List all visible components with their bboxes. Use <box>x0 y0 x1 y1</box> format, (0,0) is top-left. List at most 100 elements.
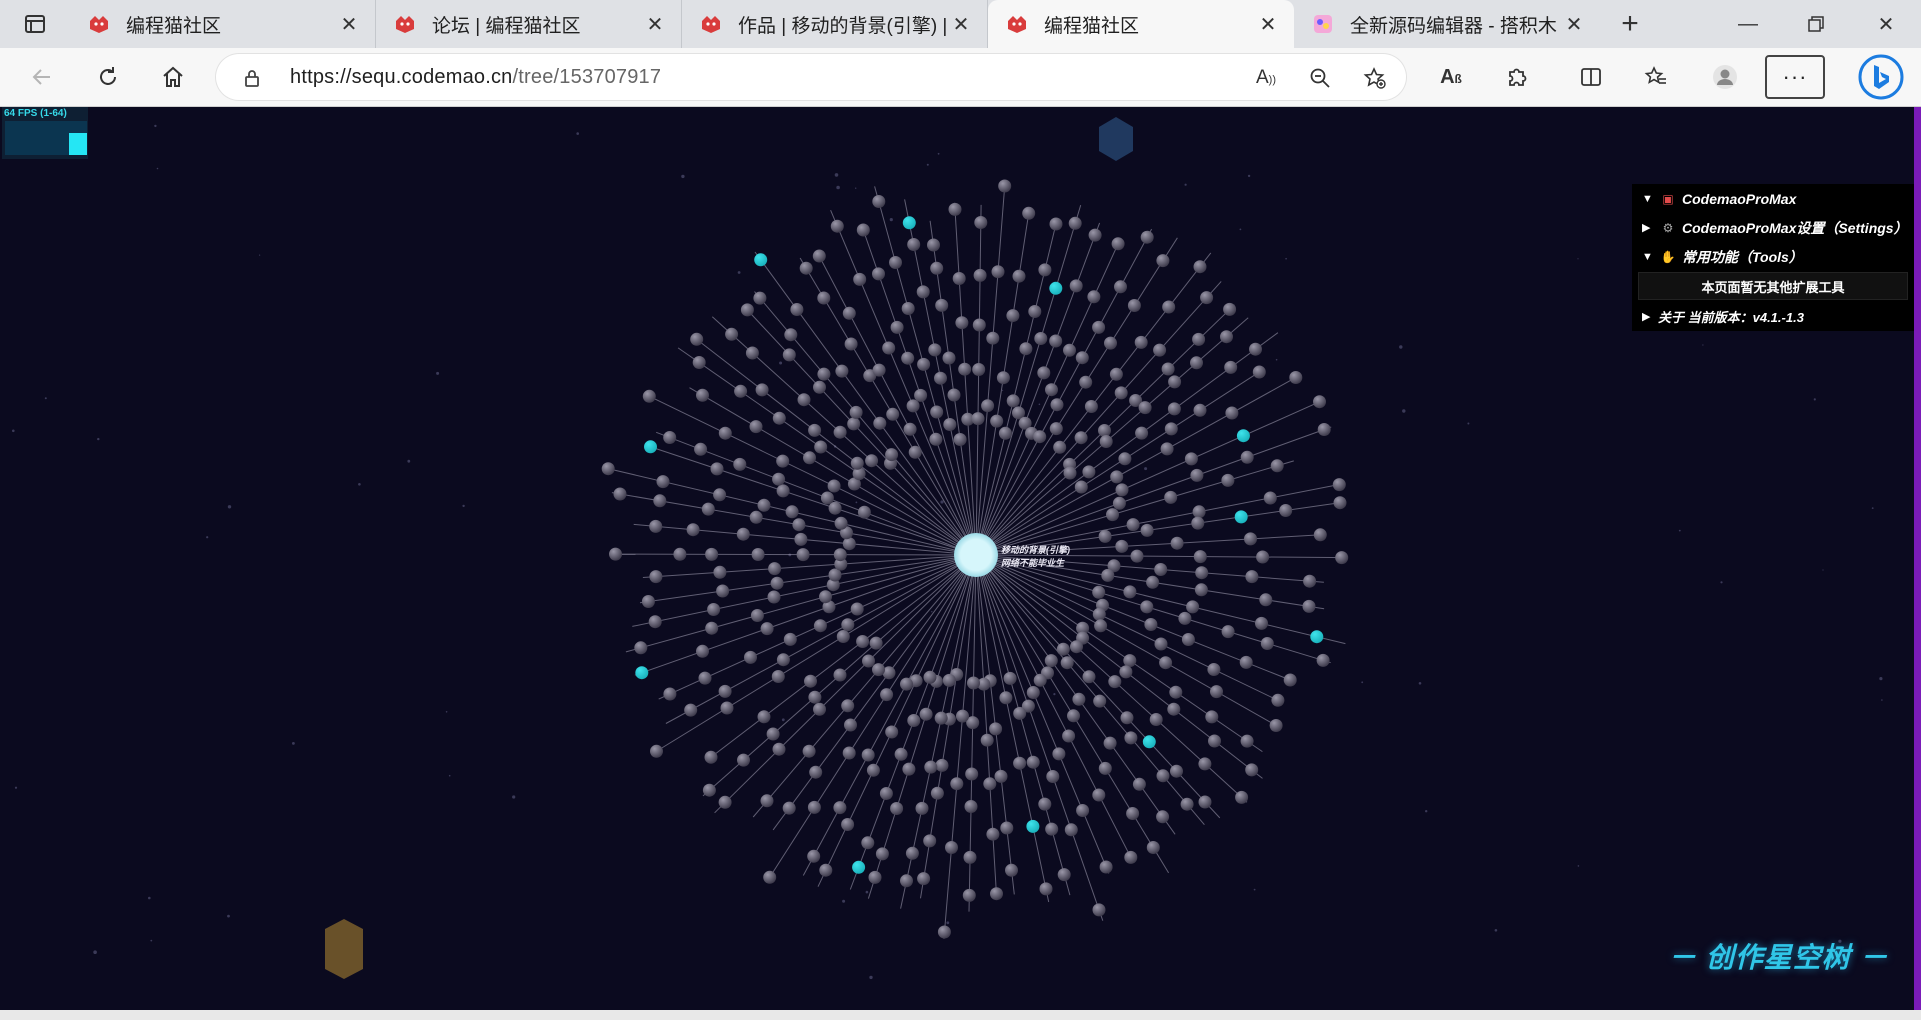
tree-node[interactable] <box>772 472 786 486</box>
tree-node[interactable] <box>1316 653 1330 667</box>
tree-node[interactable] <box>1198 757 1212 771</box>
ext-item-settings[interactable]: ▶ ⚙ CodemaoProMax设置（Settings） <box>1632 213 1914 242</box>
tree-node[interactable] <box>924 760 938 774</box>
tree-node[interactable] <box>1062 729 1076 743</box>
tree-node[interactable] <box>690 332 704 346</box>
tree-node[interactable] <box>917 872 931 886</box>
tree-node[interactable] <box>935 298 949 312</box>
tree-node[interactable] <box>999 691 1013 705</box>
tree-node[interactable] <box>720 701 734 715</box>
tree-node[interactable] <box>760 622 774 636</box>
tree-node[interactable] <box>1245 763 1259 777</box>
tree-node[interactable] <box>1221 625 1235 639</box>
tree-node[interactable] <box>808 690 822 704</box>
tree-node[interactable] <box>974 216 988 229</box>
tree-node[interactable] <box>796 548 810 562</box>
tree-node[interactable] <box>744 650 757 664</box>
tree-node[interactable] <box>1115 483 1129 497</box>
tree-node[interactable] <box>1245 570 1259 584</box>
tree-node[interactable] <box>1109 367 1123 381</box>
tree-node[interactable] <box>830 219 844 233</box>
close-tab-icon[interactable]: ✕ <box>645 14 665 36</box>
tree-node[interactable] <box>890 320 904 334</box>
tree-node[interactable] <box>1279 504 1293 517</box>
url-text[interactable]: https://sequ.codemao.cn/tree/153707917 <box>290 66 661 89</box>
tree-node[interactable] <box>833 801 847 815</box>
tree-node[interactable] <box>749 510 763 524</box>
tree-node[interactable] <box>1075 351 1089 365</box>
tree-node[interactable] <box>813 702 826 716</box>
tree-node[interactable] <box>807 849 821 863</box>
profile-avatar-icon[interactable] <box>1705 57 1745 97</box>
tree-node[interactable] <box>835 364 849 378</box>
tree-node[interactable] <box>1104 336 1117 350</box>
tree-node[interactable] <box>1072 692 1086 706</box>
tree-node[interactable] <box>901 302 915 315</box>
tree-node[interactable] <box>1022 206 1036 220</box>
tree-node[interactable] <box>1012 269 1026 283</box>
refresh-button[interactable] <box>88 57 128 97</box>
tree-node[interactable] <box>856 635 870 648</box>
tree-node[interactable] <box>842 306 856 320</box>
tree-node[interactable] <box>1049 334 1063 348</box>
tree-node[interactable] <box>1000 821 1014 835</box>
tree-node[interactable] <box>1093 694 1107 708</box>
tree-node[interactable] <box>1332 478 1346 492</box>
tree-node[interactable] <box>601 462 615 476</box>
tree-node[interactable] <box>1269 719 1283 732</box>
tree-node[interactable] <box>1156 254 1170 268</box>
close-tab-icon[interactable]: ✕ <box>1258 14 1278 36</box>
tree-node[interactable] <box>702 783 716 797</box>
tree-node[interactable] <box>866 763 880 777</box>
tree-node[interactable] <box>1154 563 1168 576</box>
tree-node[interactable] <box>1134 335 1148 349</box>
tree-node[interactable] <box>718 795 732 809</box>
tree-node[interactable] <box>760 794 774 808</box>
tree-node[interactable] <box>803 451 816 465</box>
tree-node[interactable] <box>1034 332 1048 345</box>
tree-node-highlighted[interactable] <box>1234 510 1248 524</box>
tree-node[interactable] <box>785 505 799 519</box>
tree-node[interactable] <box>1313 395 1326 409</box>
tree-node[interactable] <box>820 491 834 505</box>
tree-node[interactable] <box>996 371 1010 385</box>
tree-node[interactable] <box>634 641 648 655</box>
tree-node[interactable] <box>757 710 771 724</box>
tree-node[interactable] <box>963 850 977 864</box>
favorites-icon[interactable] <box>1636 57 1676 97</box>
tree-node[interactable] <box>930 786 944 800</box>
tree-node[interactable] <box>1317 423 1331 436</box>
tree-node[interactable] <box>1049 422 1063 436</box>
tree-node[interactable] <box>856 223 870 237</box>
tree-node[interactable] <box>749 420 763 434</box>
tree-node[interactable] <box>983 777 997 791</box>
tree-node[interactable] <box>771 670 785 683</box>
tree-node-highlighted[interactable] <box>902 216 916 230</box>
tree-node[interactable] <box>819 590 832 604</box>
tree-node[interactable] <box>642 389 656 403</box>
tree-node-highlighted[interactable] <box>1236 429 1250 443</box>
tree-node[interactable] <box>928 343 942 357</box>
tree-node[interactable] <box>1313 528 1327 542</box>
tree-node[interactable] <box>710 462 724 476</box>
tree-node[interactable] <box>1063 343 1076 357</box>
tree-node[interactable] <box>971 412 985 426</box>
tree-node[interactable] <box>1045 383 1058 397</box>
tree-node[interactable] <box>1224 360 1238 374</box>
tree-node[interactable] <box>813 380 826 394</box>
tree-node[interactable] <box>1098 529 1112 543</box>
tree-node[interactable] <box>705 547 719 561</box>
tree-node[interactable] <box>906 399 920 413</box>
tree-node[interactable] <box>1057 868 1071 882</box>
tree-node[interactable] <box>873 416 887 430</box>
tree-node[interactable] <box>1098 761 1112 775</box>
tree-node[interactable] <box>734 384 748 398</box>
tree-node[interactable] <box>1006 394 1020 408</box>
tree-node[interactable] <box>763 870 777 884</box>
tree-node[interactable] <box>1208 734 1221 748</box>
tree-node[interactable] <box>736 527 750 541</box>
tree-node[interactable] <box>802 744 816 758</box>
tree-node[interactable] <box>1074 431 1088 445</box>
tree-node[interactable] <box>713 565 727 579</box>
tree-node[interactable] <box>1193 403 1207 417</box>
